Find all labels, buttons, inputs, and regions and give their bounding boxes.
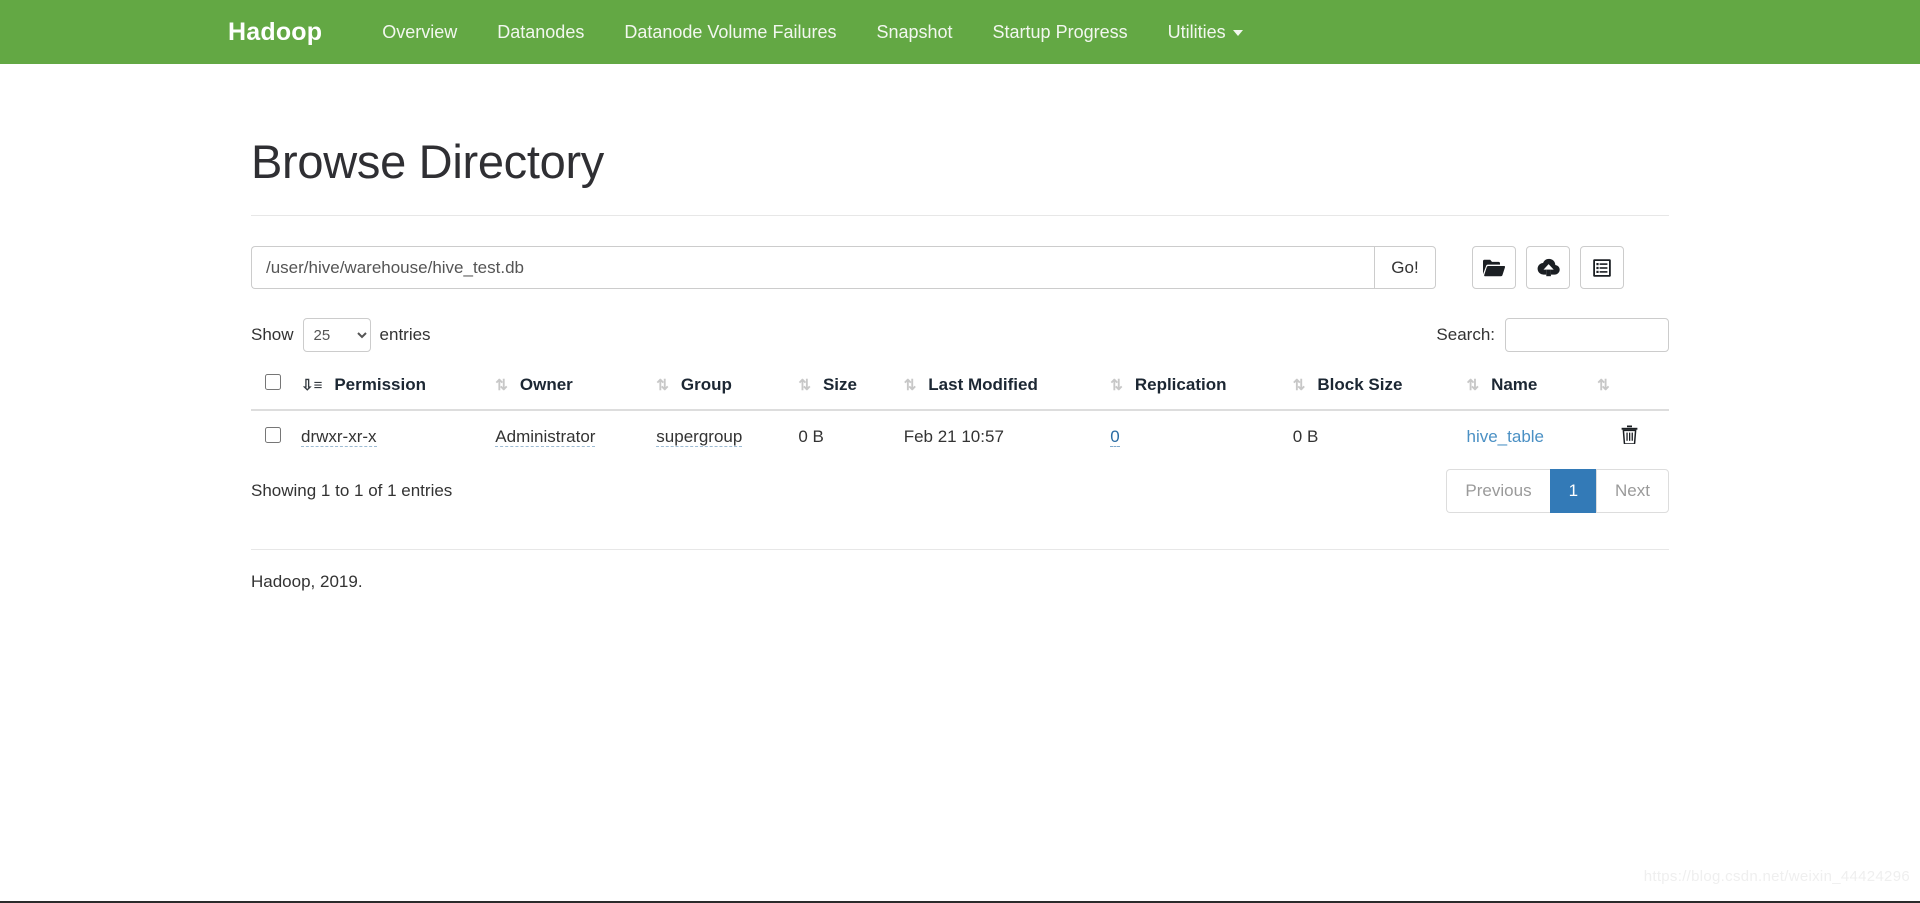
nav-item-datanode-volume-failures[interactable]: Datanode Volume Failures: [604, 22, 856, 43]
row-checkbox[interactable]: [265, 426, 281, 443]
page-title: Browse Directory: [251, 135, 605, 188]
page-footer: Hadoop, 2019.: [251, 572, 363, 592]
cell-owner: Administrator: [485, 410, 646, 463]
caret-down-icon: [1232, 29, 1243, 36]
search-control: Search:: [1436, 318, 1669, 352]
go-button[interactable]: Go!: [1374, 246, 1436, 289]
watermark: https://blog.csdn.net/weixin_44424296: [1643, 868, 1910, 885]
table-header-row: ⇩≡ Permission ⇅ Owner ⇅ Group ⇅ Size ⇅ Last M…: [251, 366, 1669, 411]
file-browser-table: ⇩≡ Permission ⇅ Owner ⇅ Group ⇅ Size ⇅ Last M…: [251, 366, 1669, 463]
replication-value[interactable]: 0: [1110, 427, 1120, 447]
directory-path-input[interactable]: [251, 246, 1374, 289]
nav-item-overview[interactable]: Overview: [362, 22, 477, 43]
cell-block-size: 0 B: [1292, 427, 1319, 446]
cell-actions: [1587, 410, 1669, 463]
nav-item-utilities-label: Utilities: [1167, 21, 1226, 42]
trash-icon: [1621, 425, 1638, 447]
nav-item-utilities[interactable]: Utilities: [1148, 22, 1263, 43]
sort-icon[interactable]: ⇅: [1467, 376, 1480, 394]
column-label-permission: Permission: [334, 375, 426, 394]
column-label-owner: Owner: [519, 375, 573, 394]
sort-icon[interactable]: ⇅: [1110, 376, 1123, 394]
column-label-replication: Replication: [1134, 375, 1227, 394]
pagination-page-1[interactable]: 1: [1549, 469, 1597, 514]
sort-icon[interactable]: ⇅: [1597, 376, 1610, 394]
table-head: ⇩≡ Permission ⇅ Owner ⇅ Group ⇅ Size ⇅ Last M…: [251, 366, 1669, 411]
select-all-header: [251, 366, 291, 411]
upload-file-button[interactable]: [1526, 246, 1570, 289]
cell-name: hive_table: [1457, 410, 1588, 463]
column-label-size: Size: [822, 375, 857, 394]
sort-icon[interactable]: ⇅: [798, 376, 811, 394]
brand-hadoop[interactable]: Hadoop: [228, 18, 322, 47]
file-name-link[interactable]: hive_table: [1467, 427, 1545, 446]
row-select-cell: [251, 410, 291, 463]
column-header-group[interactable]: ⇅ Group: [646, 366, 789, 411]
column-header-permission[interactable]: ⇩≡ Permission: [291, 366, 486, 411]
cell-group: supergroup: [646, 410, 788, 463]
nav-item-startup-progress[interactable]: Startup Progress: [973, 22, 1148, 43]
main-container: Browse Directory Go!: [234, 134, 1686, 592]
path-action-buttons: [1472, 246, 1624, 289]
sort-icon[interactable]: ⇅: [495, 376, 508, 394]
cell-size: 0 B: [798, 427, 824, 446]
title-divider: [251, 215, 1669, 216]
page-root: Hadoop Overview Datanodes Datanode Volum…: [0, 0, 1920, 903]
table-body: drwxr-xr-x Administrator supergroup 0 B …: [251, 410, 1669, 463]
show-label: Show: [251, 325, 294, 344]
table-footer: Showing 1 to 1 of 1 entries Previous 1 N…: [251, 469, 1669, 514]
delete-row-button[interactable]: [1621, 425, 1638, 447]
column-header-last-modified[interactable]: ⇅ Last Modified: [893, 366, 1101, 411]
path-input-group: Go!: [251, 246, 1436, 289]
length-control: Show 25 entries: [251, 318, 431, 352]
nav-links: Overview Datanodes Datanode Volume Failu…: [362, 22, 1262, 43]
sort-amount-desc-icon[interactable]: ⇩≡: [301, 376, 322, 394]
create-directory-button[interactable]: [1472, 246, 1516, 289]
column-label-last-modified: Last Modified: [928, 375, 1038, 394]
column-header-owner[interactable]: ⇅ Owner: [485, 366, 647, 411]
footer-divider: [251, 549, 1669, 551]
page-length-select[interactable]: 25: [302, 318, 371, 352]
folder-open-icon: [1483, 259, 1505, 277]
cloud-upload-icon: [1537, 258, 1560, 277]
cut-paste-button[interactable]: [1580, 246, 1624, 289]
sort-icon[interactable]: ⇅: [656, 376, 669, 394]
column-label-name: Name: [1491, 375, 1538, 394]
entries-label: entries: [379, 325, 431, 344]
column-label-group: Group: [680, 375, 732, 394]
pagination-next[interactable]: Next: [1596, 469, 1669, 514]
search-input[interactable]: [1505, 318, 1669, 352]
column-header-size[interactable]: ⇅ Size: [788, 366, 894, 411]
column-header-replication[interactable]: ⇅ Replication: [1100, 366, 1283, 411]
top-navbar: Hadoop Overview Datanodes Datanode Volum…: [0, 0, 1920, 64]
nav-item-datanodes[interactable]: Datanodes: [477, 22, 604, 43]
table-info: Showing 1 to 1 of 1 entries: [251, 481, 453, 501]
owner-value[interactable]: Administrator: [495, 427, 596, 447]
nav-item-snapshot[interactable]: Snapshot: [856, 22, 972, 43]
list-clipboard-icon: [1592, 258, 1612, 278]
table-controls: Show 25 entries Search:: [251, 318, 1669, 352]
pagination: Previous 1 Next: [1446, 469, 1669, 514]
column-label-block-size: Block Size: [1317, 375, 1403, 394]
cell-last-modified: Feb 21 10:57: [903, 427, 1004, 446]
cell-permission: drwxr-xr-x: [291, 410, 485, 463]
table-row: drwxr-xr-x Administrator supergroup 0 B …: [251, 410, 1669, 463]
permission-value[interactable]: drwxr-xr-x: [301, 427, 377, 447]
sort-icon[interactable]: ⇅: [904, 376, 917, 394]
column-header-actions: ⇅: [1587, 366, 1669, 411]
column-header-block-size[interactable]: ⇅ Block Size: [1282, 366, 1457, 411]
pagination-previous[interactable]: Previous: [1446, 469, 1550, 514]
cell-replication: 0: [1100, 410, 1283, 463]
group-value[interactable]: supergroup: [656, 427, 743, 447]
select-all-checkbox[interactable]: [265, 374, 281, 390]
column-header-name[interactable]: ⇅ Name: [1456, 366, 1588, 411]
search-label: Search:: [1436, 325, 1495, 344]
path-bar-row: Go!: [251, 246, 1669, 289]
sort-icon[interactable]: ⇅: [1293, 376, 1306, 394]
